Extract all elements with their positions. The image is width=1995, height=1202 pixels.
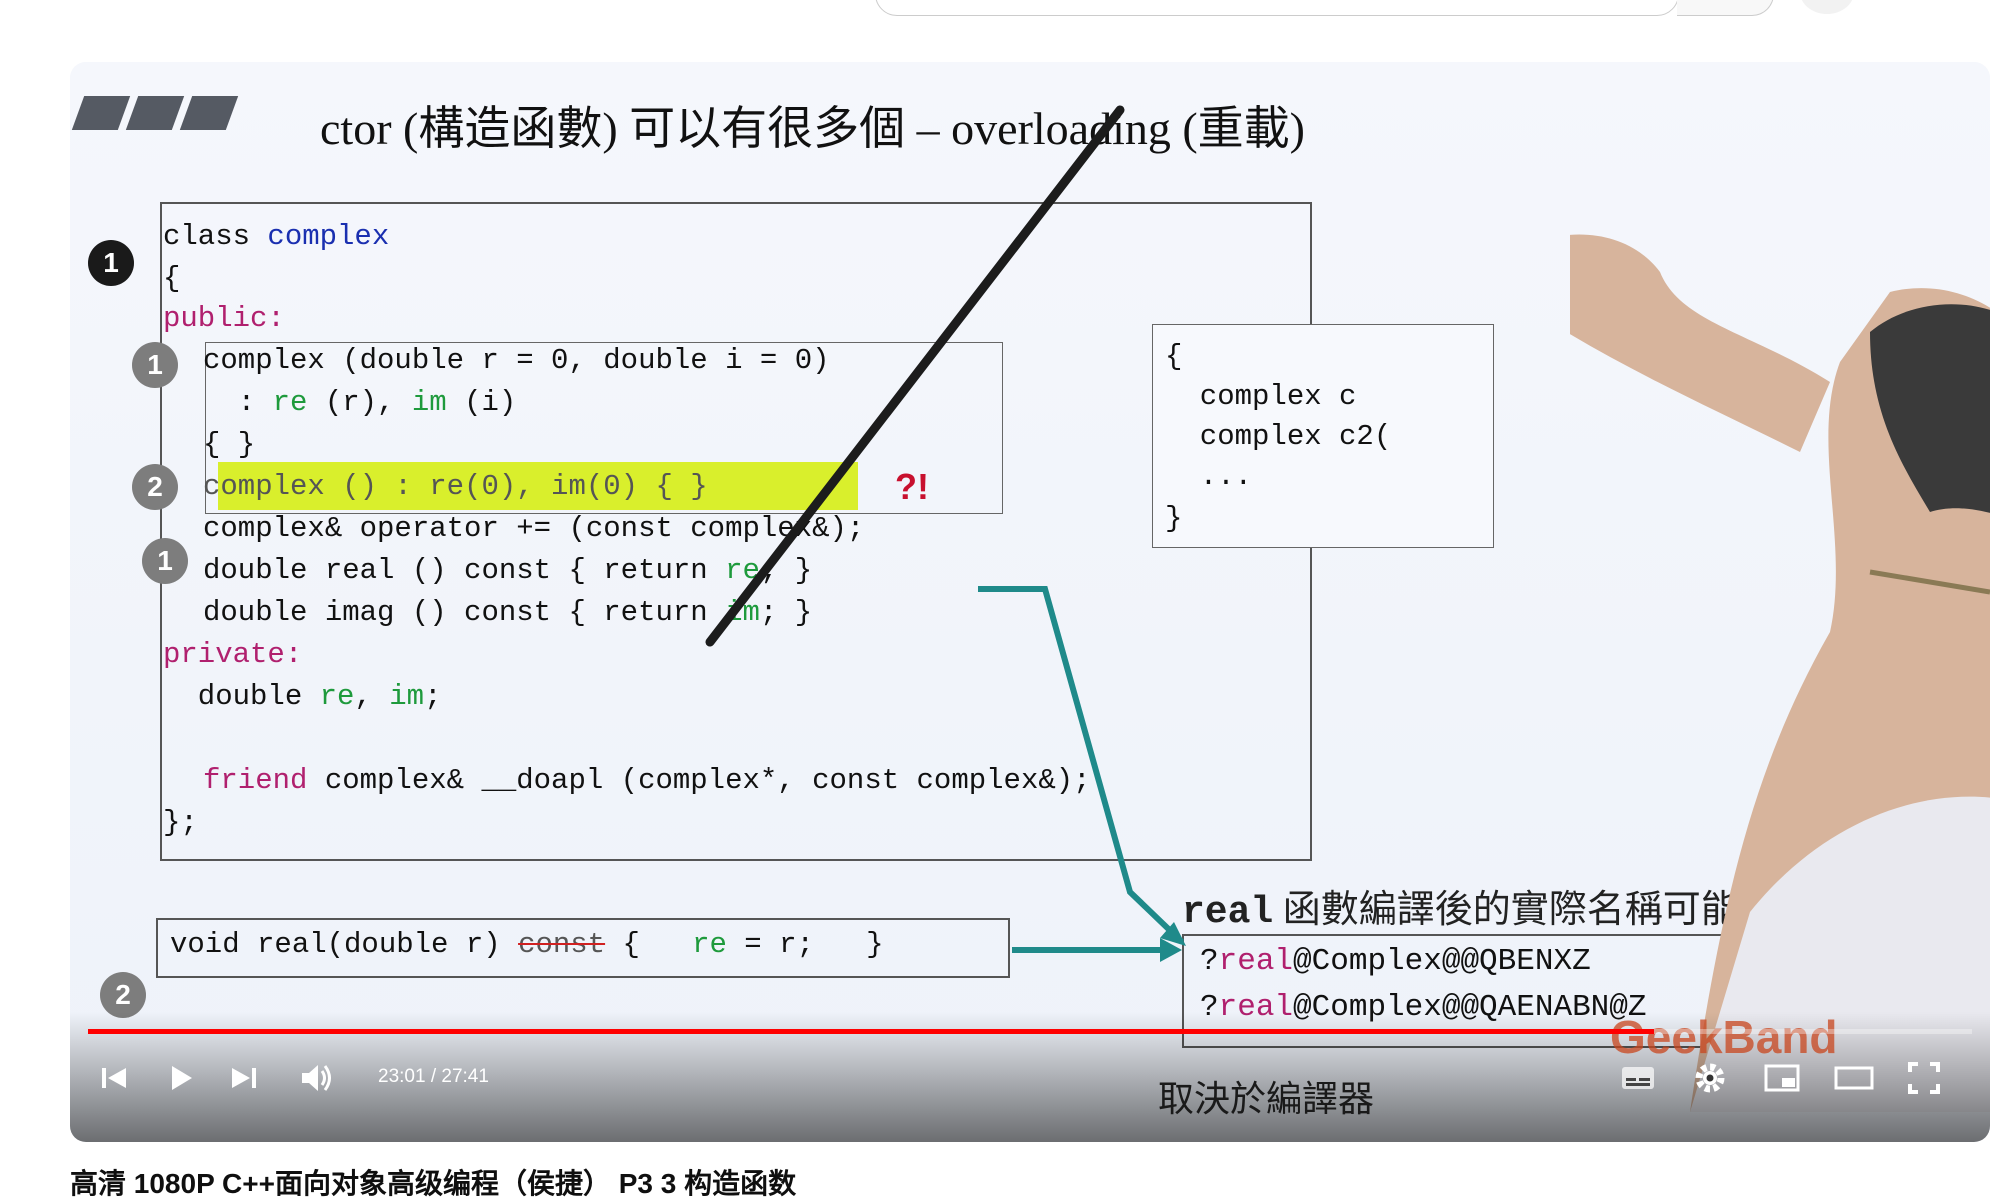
play-icon: [172, 1066, 192, 1090]
next-button[interactable]: [220, 1054, 268, 1102]
subtitle-text: 取決於編譯器: [1158, 1079, 1375, 1119]
search-button[interactable]: [1677, 0, 1774, 16]
theater-mode-button[interactable]: [1830, 1054, 1878, 1102]
fullscreen-button[interactable]: [1900, 1054, 1948, 1102]
top-bar: [0, 0, 1995, 60]
subtitles-button[interactable]: [1614, 1054, 1662, 1102]
previous-icon: [102, 1068, 126, 1088]
subtitles-icon: [1622, 1067, 1654, 1089]
miniplayer-button[interactable]: [1758, 1054, 1806, 1102]
time-display: 23:01 / 27:41: [378, 1066, 489, 1087]
miniplayer-icon: [1764, 1064, 1800, 1092]
video-title[interactable]: 高清 1080P C++面向对象高级编程（侯捷） P3 3 构造函数: [70, 1162, 796, 1202]
voice-search-button[interactable]: [1800, 0, 1854, 14]
settings-icon: [1695, 1063, 1725, 1093]
play-button[interactable]: [156, 1054, 204, 1102]
previous-button[interactable]: [90, 1054, 138, 1102]
progress-bar[interactable]: [88, 1029, 1972, 1034]
next-icon: [232, 1068, 256, 1088]
volume-icon: [302, 1065, 331, 1091]
fullscreen-icon: [1908, 1062, 1940, 1094]
pointer-stick: [705, 105, 1125, 647]
video-frame: ctor (構造函數) 可以有很多個 – overloading (重載) 1 …: [70, 62, 1990, 1142]
progress-played: [88, 1029, 1654, 1034]
settings-button[interactable]: [1686, 1054, 1734, 1102]
theater-icon: [1834, 1066, 1874, 1090]
arrow-line: [978, 586, 1185, 945]
volume-button[interactable]: [292, 1054, 340, 1102]
presenter: [1570, 234, 1990, 1112]
video-player[interactable]: ctor (構造函數) 可以有很多個 – overloading (重載) 1 …: [70, 62, 1990, 1142]
search-input[interactable]: [875, 0, 1679, 16]
